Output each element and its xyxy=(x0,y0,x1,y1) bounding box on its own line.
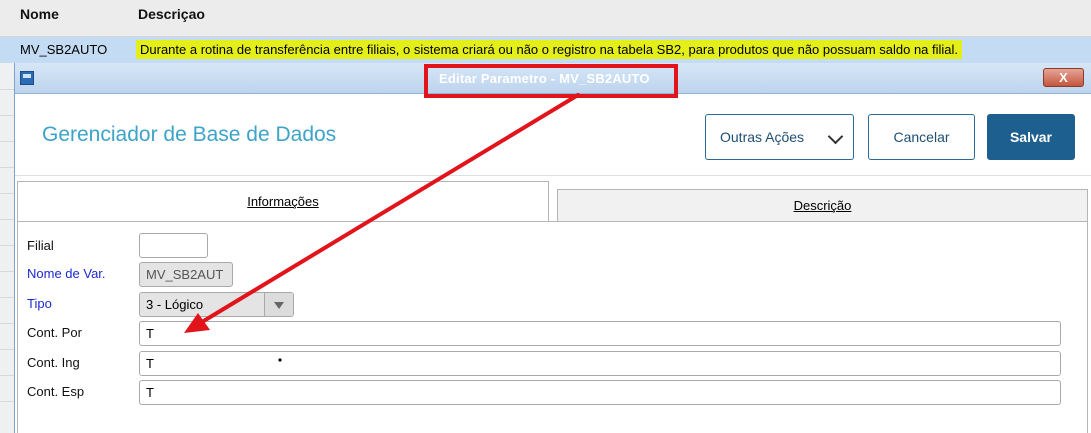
tipo-label: Tipo xyxy=(27,296,52,311)
tab-descricao-label: Descrição xyxy=(793,198,852,213)
cont-esp-label: Cont. Esp xyxy=(27,384,85,399)
nome-var-field: MV_SB2AUT xyxy=(139,262,233,287)
parameter-row[interactable]: MV_SB2AUTO Durante a rotina de transferê… xyxy=(0,37,1091,63)
cont-por-label: Cont. Por xyxy=(27,325,82,340)
page-title: Gerenciador de Base de Dados xyxy=(42,123,337,146)
cont-ing-field[interactable]: T xyxy=(139,351,1061,376)
edit-parameter-dialog: Editar Parametro - MV_SB2AUTO X Gerencia… xyxy=(14,63,1091,433)
parameter-row-description: Durante a rotina de transferência entre … xyxy=(136,40,963,59)
tab-informacoes[interactable]: Informações xyxy=(17,181,549,222)
header-divider xyxy=(15,175,1091,176)
annotation-highlight-box xyxy=(424,64,678,98)
filial-field[interactable] xyxy=(139,233,208,258)
list-left-strip xyxy=(0,63,14,433)
app-window-icon xyxy=(20,71,34,85)
column-header-name[interactable]: Nome xyxy=(20,6,59,22)
tab-informacoes-label: Informações xyxy=(247,194,319,209)
select-arrow-icon[interactable] xyxy=(264,293,293,316)
tab-descricao[interactable]: Descrição xyxy=(557,189,1088,222)
tipo-select-value: 3 - Lógico xyxy=(146,297,204,312)
informacoes-panel: Filial Nome de Var. MV_SB2AUT Tipo 3 - L… xyxy=(17,221,1088,433)
filial-label: Filial xyxy=(27,238,54,253)
chevron-down-icon xyxy=(827,128,844,145)
parameter-list-header: Nome Descriçao xyxy=(0,0,1091,37)
column-header-description[interactable]: Descriçao xyxy=(138,6,205,22)
tipo-select[interactable]: 3 - Lógico xyxy=(139,292,294,317)
nome-var-label: Nome de Var. xyxy=(27,266,106,281)
save-button[interactable]: Salvar xyxy=(987,114,1075,160)
close-button[interactable]: X xyxy=(1043,68,1084,87)
cancel-button[interactable]: Cancelar xyxy=(868,114,975,160)
more-actions-button[interactable]: Outras Ações xyxy=(705,114,854,160)
cont-por-field[interactable]: T xyxy=(139,321,1061,346)
cont-ing-label: Cont. Ing xyxy=(27,355,80,370)
parameter-row-name: MV_SB2AUTO xyxy=(20,42,108,57)
cont-esp-field[interactable]: T xyxy=(139,380,1061,405)
more-actions-label: Outras Ações xyxy=(720,129,805,145)
